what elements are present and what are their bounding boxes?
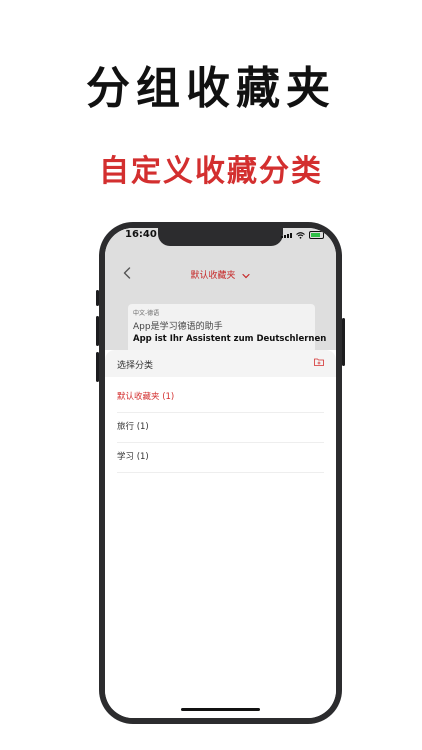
phone-screen: 16:40 默认收藏夹 中文-德语 App是学习德语的助手 App ist Ih…	[105, 228, 336, 718]
category-option-default[interactable]: 默认收藏夹 (1)	[117, 382, 324, 413]
category-option-travel[interactable]: 旅行 (1)	[117, 412, 324, 443]
phrase-card[interactable]: 中文-德语 App是学习德语的助手 App ist Ihr Assistent …	[128, 304, 326, 356]
category-option-study[interactable]: 学习 (1)	[117, 442, 324, 473]
phone-power-button	[342, 318, 345, 366]
promo-headline: 分组收藏夹	[86, 63, 336, 114]
phone-volume-up	[96, 316, 99, 346]
phone-mute-switch	[96, 290, 99, 306]
card-lang-pair: 中文-德语	[133, 310, 160, 317]
sheet-title: 选择分类	[117, 361, 154, 371]
nav-title: 默认收藏夹	[190, 271, 236, 281]
wifi-icon	[296, 231, 305, 239]
status-time: 16:40	[125, 229, 157, 240]
sheet-header: 选择分类	[105, 350, 336, 377]
promo-subline: 自定义收藏分类	[99, 154, 323, 189]
card-source-text: App是学习德语的助手	[133, 322, 223, 332]
status-icons	[281, 231, 324, 239]
dimmed-background[interactable]: 16:40 默认收藏夹 中文-德语 App是学习德语的助手 App ist Ih…	[105, 228, 336, 356]
collection-selector[interactable]: 默认收藏夹	[105, 268, 336, 281]
phone-volume-down	[96, 352, 99, 382]
battery-icon	[309, 231, 324, 239]
chevron-down-icon	[242, 273, 251, 278]
card-target-text: App ist Ihr Assistent zum Deutschlernen	[133, 334, 327, 344]
signal-icon	[281, 232, 292, 238]
folder-add-icon[interactable]	[314, 358, 324, 366]
home-indicator[interactable]	[181, 708, 260, 711]
notch	[158, 228, 283, 246]
category-sheet: 选择分类 默认收藏夹 (1) 旅行 (1) 学习 (1)	[105, 350, 336, 718]
